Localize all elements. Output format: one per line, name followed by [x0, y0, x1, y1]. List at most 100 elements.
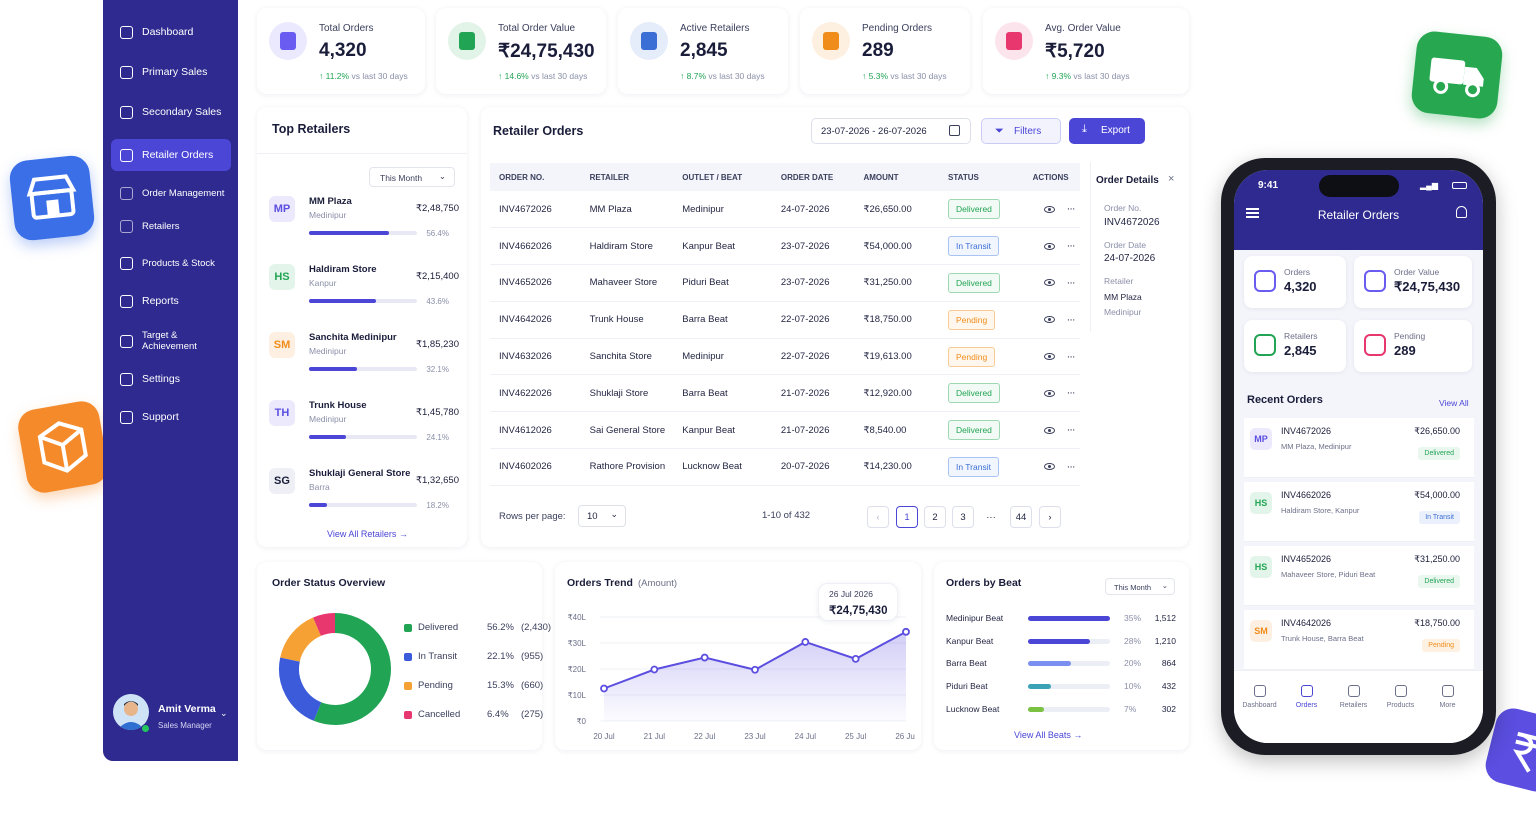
status-badge: Delivered	[948, 199, 1000, 220]
table-row[interactable]: INV4602026 Rathore Provision Lucknow Beat 2…	[490, 448, 1080, 486]
page-button[interactable]: 2	[924, 506, 946, 528]
trend-up-icon: ↑	[680, 71, 687, 81]
page-button[interactable]: 3	[952, 506, 974, 528]
retailer-item[interactable]: HS Haldiram Store Kanpur ₹2,15,400 43.6%	[269, 264, 459, 324]
eye-icon[interactable]	[1043, 242, 1055, 250]
sidebar-item-support[interactable]: Support	[111, 401, 231, 433]
table-row[interactable]: INV4672026 MM Plaza Medinipur 24-07-2026 ₹26…	[490, 191, 1080, 229]
trend-point[interactable]	[650, 665, 659, 674]
beat-row[interactable]: Piduri Beat 10% 432	[946, 681, 1176, 695]
trend-point[interactable]	[600, 684, 608, 693]
table-row[interactable]: INV4662026 Haldiram Store Kanpur Beat 23-07…	[490, 227, 1080, 266]
beat-count: 1,512	[1154, 613, 1176, 623]
phone-order-item[interactable]: MP INV4672026 MM Plaza, Medinipur ₹26,650.0…	[1244, 418, 1474, 478]
trend-point[interactable]	[902, 627, 910, 636]
phone-order-avatar: HS	[1250, 556, 1272, 578]
phone-order-item[interactable]: SM INV4642026 Trunk House, Barra Beat ₹18,7…	[1244, 610, 1474, 670]
phone-nav-dashboard[interactable]: Dashboard	[1236, 685, 1283, 725]
phone-kpi-value: 289	[1394, 343, 1416, 358]
export-button[interactable]: ⤓ Export	[1069, 118, 1145, 144]
phone-kpi-icon	[1254, 270, 1276, 292]
next-page-button[interactable]: ›	[1039, 506, 1061, 528]
retailer-item[interactable]: SG Shuklaji General Store Barra ₹1,32,650 18…	[269, 468, 459, 528]
page-button[interactable]: ···	[980, 506, 1002, 528]
rows-per-page-select[interactable]: 10 ⌄	[578, 505, 626, 527]
table-row[interactable]: INV4632026 Sanchita Store Medinipur 22-07-2…	[490, 338, 1080, 376]
column-header[interactable]: RETAILER	[580, 163, 674, 191]
kpi-trend: ↑ 8.7% vs last 30 days	[680, 71, 765, 81]
recent-view-all-link[interactable]: View All	[1439, 398, 1469, 408]
more-icon[interactable]: ···	[1067, 203, 1076, 215]
more-icon[interactable]: ···	[1067, 461, 1076, 473]
table-row[interactable]: INV4652026 Mahaveer Store Piduri Beat 23-07…	[490, 264, 1080, 302]
close-icon[interactable]: ×	[1168, 173, 1174, 185]
retailer-item[interactable]: MP MM Plaza Medinipur ₹2,48,750 56.4%	[269, 196, 459, 256]
date-range-picker[interactable]: 23-07-2026 - 26-07-2026	[811, 118, 971, 144]
view-all-beats-link[interactable]: View All Beats →	[1014, 730, 1082, 740]
eye-icon[interactable]	[1043, 205, 1055, 213]
retailer-share-fill	[309, 299, 376, 303]
sidebar-item-label: Settings	[142, 373, 180, 385]
more-icon[interactable]: ···	[1067, 424, 1076, 436]
more-icon[interactable]: ···	[1067, 314, 1076, 326]
sidebar-item-target-achievement[interactable]: Target & Achievement	[111, 325, 231, 357]
sidebar-item-retailer-orders[interactable]: Retailer Orders	[111, 139, 231, 171]
table-row[interactable]: INV4612026 Sai General Store Kanpur Beat 21…	[490, 411, 1080, 450]
trend-point[interactable]	[851, 654, 860, 663]
beat-row[interactable]: Lucknow Beat 7% 302	[946, 704, 1176, 718]
trend-point[interactable]	[700, 653, 709, 662]
user-profile[interactable]: Amit Verma Sales Manager ⌄	[113, 694, 233, 740]
beat-row[interactable]: Kanpur Beat 28% 1,210	[946, 636, 1176, 650]
nav-label: More	[1439, 702, 1456, 709]
trend-point[interactable]	[751, 665, 759, 674]
beat-period-select[interactable]: This Month ⌄	[1105, 578, 1175, 595]
eye-icon[interactable]	[1043, 316, 1055, 324]
column-header[interactable]: ORDER NO.	[490, 163, 581, 191]
more-icon[interactable]: ···	[1067, 351, 1076, 363]
sidebar-item-settings[interactable]: Settings	[111, 363, 231, 395]
column-header[interactable]: ACTIONS	[1023, 163, 1080, 191]
column-header[interactable]: OUTLET / BEAT	[673, 163, 772, 191]
more-icon[interactable]: ···	[1067, 387, 1076, 399]
eye-icon[interactable]	[1043, 426, 1055, 434]
phone-nav-more[interactable]: More	[1424, 685, 1471, 725]
page-button[interactable]: 44	[1010, 506, 1032, 528]
phone-order-item[interactable]: HS INV4662026 Haldiram Store, Kanpur ₹54,00…	[1244, 482, 1474, 542]
eye-icon[interactable]	[1043, 389, 1055, 397]
retailer-item[interactable]: TH Trunk House Medinipur ₹1,45,780 24.1%	[269, 400, 459, 460]
more-icon[interactable]: ···	[1067, 240, 1076, 252]
sidebar-item-products-stock[interactable]: Products & Stock	[111, 247, 231, 279]
cell-outlet: Lucknow Beat	[673, 448, 772, 486]
chevron-down-icon[interactable]: ⌄	[220, 708, 228, 719]
page-button[interactable]: 1	[896, 506, 918, 528]
sidebar-item-primary-sales[interactable]: Primary Sales	[111, 56, 231, 88]
sidebar-item-retailers[interactable]: Retailers	[111, 210, 231, 242]
column-header[interactable]: STATUS	[939, 163, 1024, 191]
phone-nav-orders[interactable]: Orders	[1283, 685, 1330, 725]
sidebar-item-secondary-sales[interactable]: Secondary Sales	[111, 96, 231, 128]
table-row[interactable]: INV4622026 Shuklaji Store Barra Beat 21-07-…	[490, 374, 1080, 413]
period-select-value: This Month	[380, 173, 423, 183]
prev-page-button[interactable]: ‹	[867, 506, 889, 528]
filters-button[interactable]: ⏷ Filters	[981, 118, 1061, 144]
column-header[interactable]: AMOUNT	[854, 163, 939, 191]
column-header[interactable]: ORDER DATE	[771, 163, 855, 191]
eye-icon[interactable]	[1043, 463, 1055, 471]
eye-icon[interactable]	[1043, 353, 1055, 361]
phone-nav-products[interactable]: Products	[1377, 685, 1424, 725]
phone-nav-retailers[interactable]: Retailers	[1330, 685, 1377, 725]
sidebar-item-reports[interactable]: Reports	[111, 285, 231, 317]
more-icon[interactable]: ···	[1067, 277, 1076, 289]
retailer-item[interactable]: SM Sanchita Medinipur Medinipur ₹1,85,230 32…	[269, 332, 459, 392]
sidebar-item-order-management[interactable]: Order Management	[111, 177, 231, 209]
bell-icon[interactable]	[1456, 206, 1467, 218]
sidebar-item-dashboard[interactable]: Dashboard	[111, 16, 231, 48]
table-row[interactable]: INV4642026 Trunk House Barra Beat 22-07-202…	[490, 301, 1080, 339]
phone-order-item[interactable]: HS INV4652026 Mahaveer Store, Piduri Beat ₹…	[1244, 546, 1474, 606]
eye-icon[interactable]	[1043, 279, 1055, 287]
beat-row[interactable]: Medinipur Beat 35% 1,512	[946, 613, 1176, 627]
view-all-retailers-link[interactable]: View All Retailers →	[327, 529, 408, 539]
trend-point[interactable]	[801, 638, 810, 646]
beat-row[interactable]: Barra Beat 20% 864	[946, 658, 1176, 672]
period-select[interactable]: This Month ⌄	[369, 167, 455, 187]
